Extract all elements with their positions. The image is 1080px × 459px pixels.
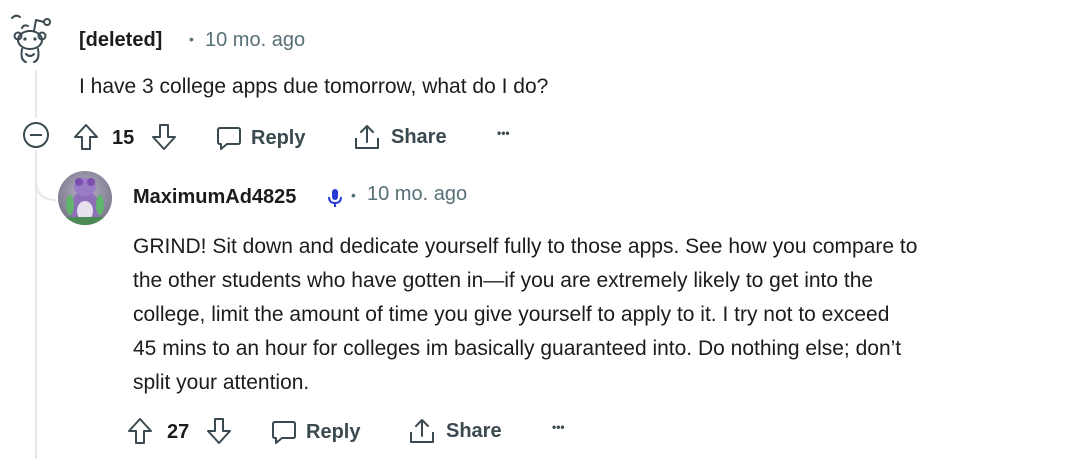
more-options-icon[interactable]: ••• <box>552 420 565 434</box>
meta-separator: • <box>351 187 356 203</box>
comment-body-line: the other students who have gotten in—if… <box>133 269 874 292</box>
share-button[interactable]: Share <box>352 122 447 152</box>
comment-body: I have 3 college apps due tomorrow, what… <box>79 75 549 98</box>
share-button[interactable]: Share <box>407 416 502 446</box>
share-icon <box>355 125 379 149</box>
upvote-icon[interactable] <box>127 417 153 445</box>
comment-bubble-icon <box>272 421 296 444</box>
collapse-thread-button[interactable] <box>23 122 49 148</box>
thread-line-main <box>35 70 37 118</box>
more-options-icon[interactable]: ••• <box>497 126 510 140</box>
user-avatar[interactable] <box>58 171 112 225</box>
microphone-icon <box>328 189 342 207</box>
comment-author[interactable]: [deleted] <box>79 29 162 52</box>
comment-body-line: GRIND! Sit down and dedicate yourself fu… <box>133 235 918 258</box>
comment-author[interactable]: MaximumAd4825 <box>133 186 296 209</box>
reply-label: Reply <box>306 420 361 443</box>
upvote-icon[interactable] <box>73 123 99 151</box>
comment-body-line: 45 mins to an hour for colleges im basic… <box>133 337 902 360</box>
vote-count: 27 <box>167 421 190 443</box>
downvote-icon[interactable] <box>206 417 232 445</box>
snoo-avatar-icon <box>11 14 51 63</box>
comment-body: GRIND! Sit down and dedicate yourself fu… <box>133 230 1073 400</box>
comment-body-line: split your attention. <box>133 371 310 394</box>
share-label: Share <box>446 419 502 442</box>
reply-label: Reply <box>251 126 306 149</box>
meta-separator: • <box>189 31 194 47</box>
share-label: Share <box>391 125 447 148</box>
comment-timestamp[interactable]: 10 mo. ago <box>367 183 467 206</box>
downvote-icon[interactable] <box>151 123 177 151</box>
vote-count: 15 <box>112 127 135 149</box>
user-avatar-image <box>58 171 112 225</box>
comment-bubble-icon <box>217 127 241 150</box>
share-icon <box>410 419 434 443</box>
comment-body-line: college, limit the amount of time you gi… <box>133 303 890 326</box>
reply-button[interactable]: Reply <box>270 418 360 446</box>
comment-timestamp[interactable]: 10 mo. ago <box>205 29 305 52</box>
reply-button[interactable]: Reply <box>215 124 305 152</box>
